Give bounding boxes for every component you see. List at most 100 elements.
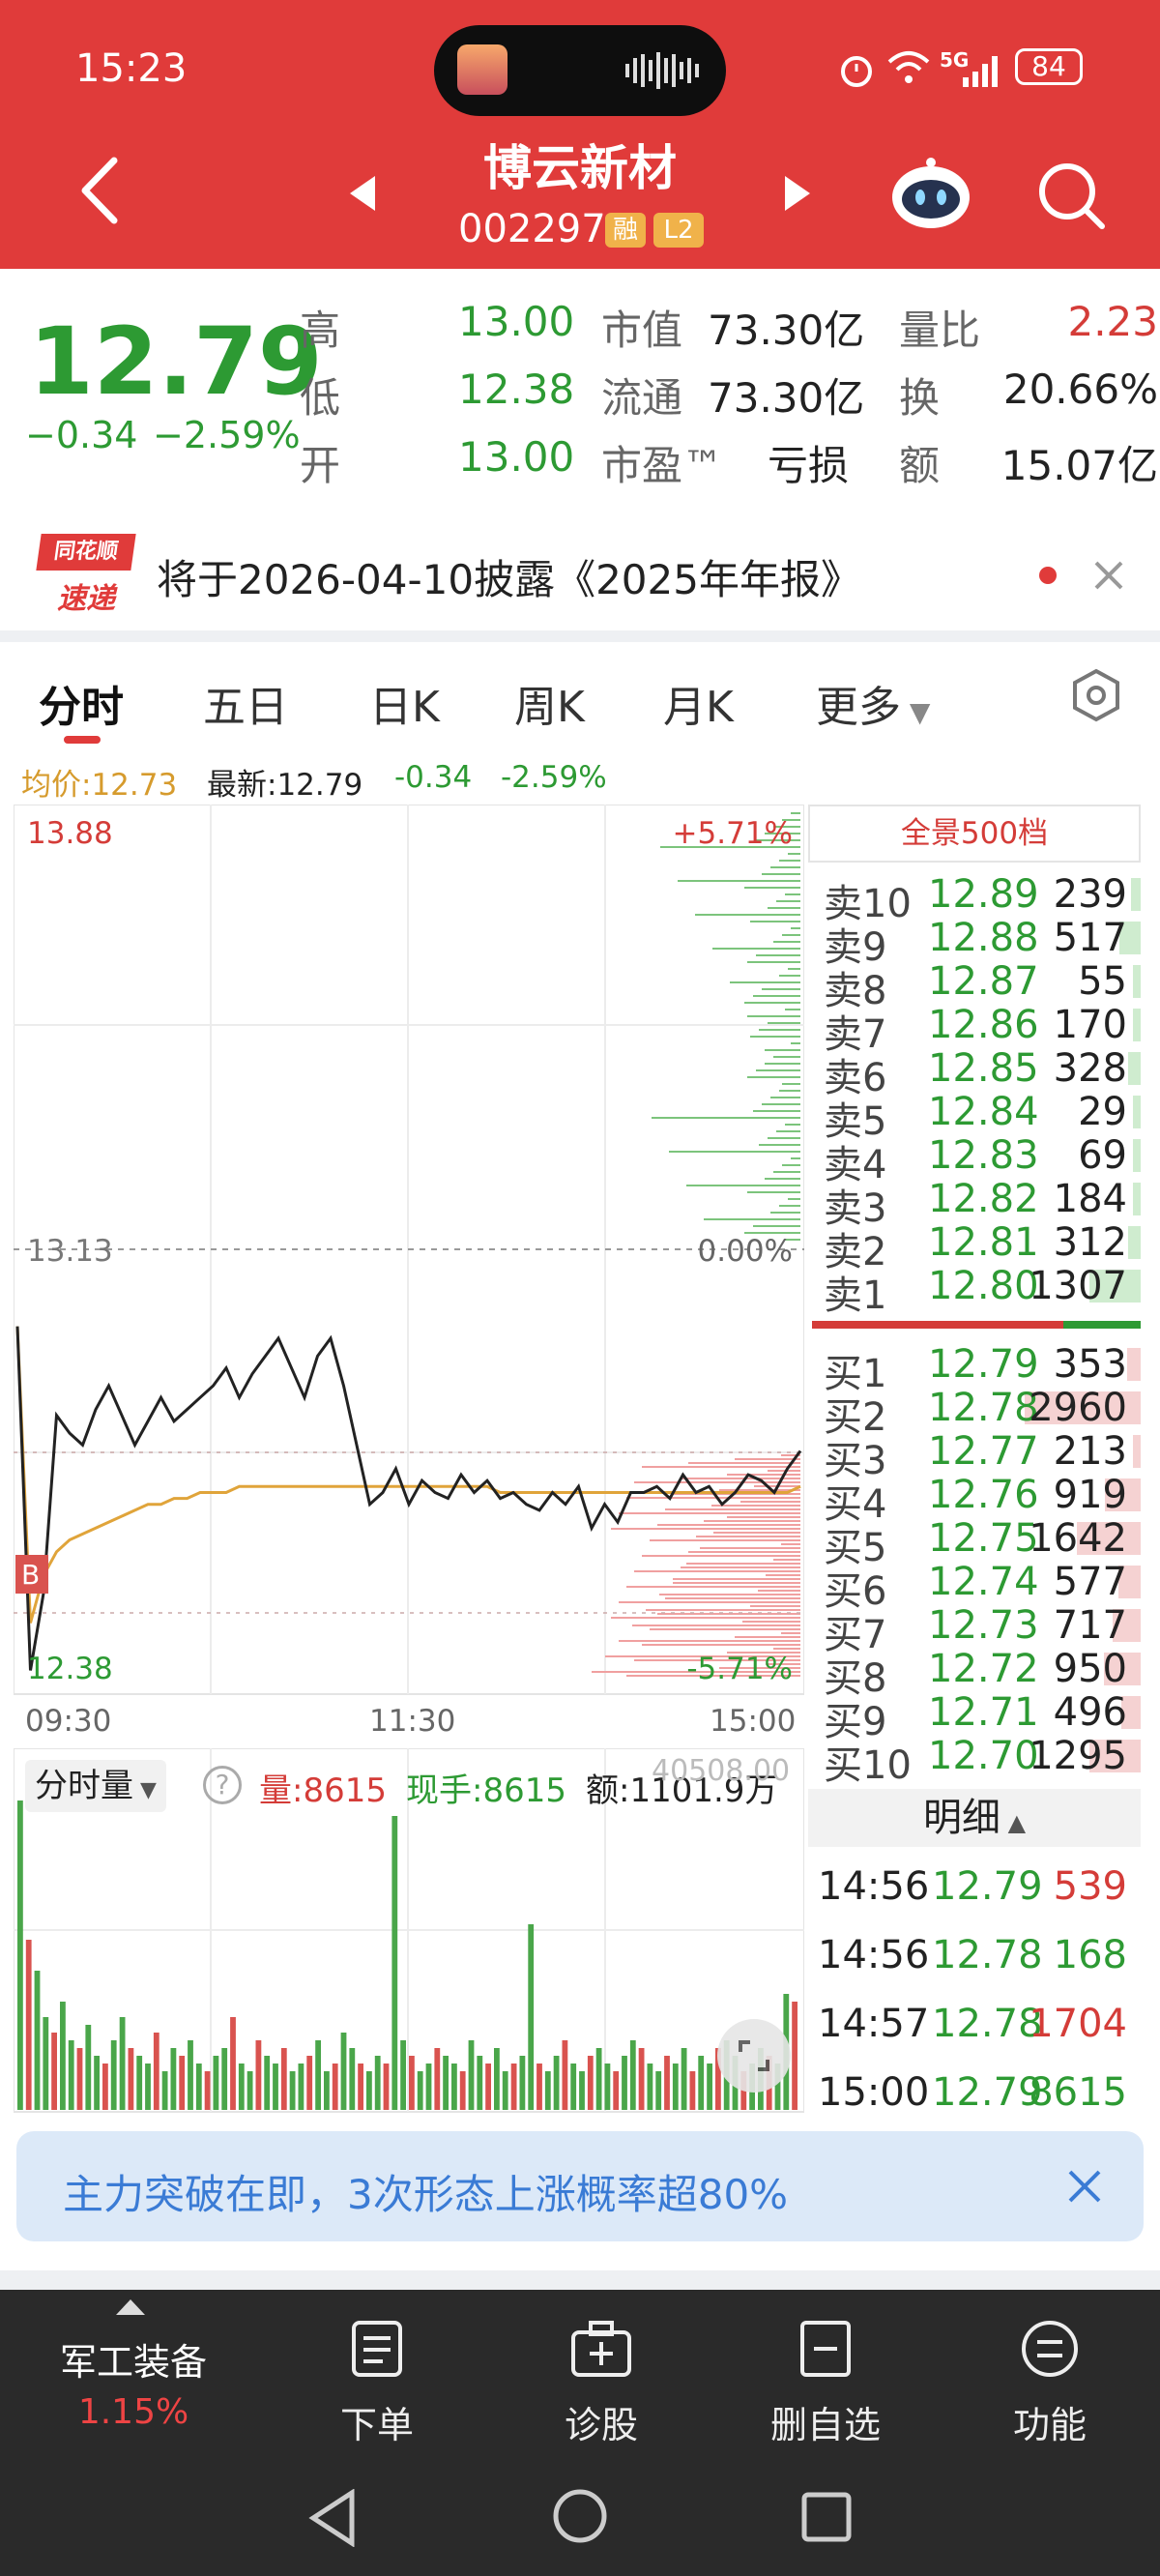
ask-depth-bar — [652, 1117, 800, 1119]
level-price: 12.78 — [928, 1386, 1039, 1430]
ask-level-row[interactable]: 卖6 12.85 328 — [808, 1046, 1141, 1100]
volume-bar — [349, 2048, 356, 2110]
bid-depth-bar — [626, 1586, 800, 1588]
intraday-chart[interactable]: B 13.88 13.13 12.38 +5.71% 0.00% -5.71% … — [13, 804, 805, 1739]
volume-bar — [664, 2056, 670, 2110]
volume-bar — [622, 2056, 627, 2110]
nav-recents-icon[interactable] — [800, 2491, 853, 2543]
full-depth-button[interactable]: 全景500档 — [808, 805, 1141, 863]
y-mid-label: 13.13 — [27, 1234, 113, 1269]
help-icon[interactable]: ? — [203, 1766, 242, 1804]
search-icon[interactable] — [1034, 159, 1108, 232]
volume-bar — [681, 2048, 687, 2110]
ask-depth-bar — [744, 887, 800, 889]
x-tick-open: 09:30 — [25, 1704, 112, 1739]
chart-info-line: 均价:12.73 最新:12.79 -0.34 -2.59% — [0, 752, 1160, 803]
promo-banner[interactable]: 主力突破在即，3次形态上涨概率超80% — [16, 2131, 1144, 2241]
remove-watchlist-button[interactable]: 删自选 — [748, 2319, 903, 2448]
bid-level-row[interactable]: 买1 12.79 353 — [808, 1342, 1141, 1396]
settings-hex-icon[interactable] — [1069, 668, 1123, 722]
depth-size-bar — [1133, 965, 1141, 998]
app-header: 15:23 5G 84 博云新材 002297 融 L2 — [0, 0, 1160, 269]
level-price: 12.77 — [928, 1429, 1039, 1474]
prev-stock-icon[interactable] — [348, 174, 377, 213]
bid-level-row[interactable]: 买5 12.75 1642 — [808, 1516, 1141, 1570]
announcement-bar[interactable]: 同花顺 速递 将于2026-04-10披露《2025年年报》 — [0, 522, 1160, 629]
volume-selector[interactable]: 分时量 ▼ — [25, 1760, 166, 1812]
detail-header[interactable]: 明细 ▲ — [808, 1789, 1141, 1847]
next-stock-icon[interactable] — [783, 174, 812, 213]
bid-level-row[interactable]: 买6 12.74 577 — [808, 1560, 1141, 1614]
bid-depth-bar — [742, 1621, 800, 1623]
ask-depth-bar — [753, 995, 800, 997]
ask-level-row[interactable]: 卖9 12.88 517 — [808, 916, 1141, 970]
tab-daily-k[interactable]: 日K — [369, 672, 440, 734]
y-max-label: 13.88 — [27, 816, 113, 851]
detail-price: 12.79 — [932, 1864, 1043, 1909]
ask-depth-bar — [744, 1002, 800, 1004]
ask-level-row[interactable]: 卖4 12.83 69 — [808, 1133, 1141, 1187]
tab-five-day[interactable]: 五日 — [203, 672, 288, 734]
ask-depth-bar — [762, 873, 800, 875]
tab-more[interactable]: 更多 ▼ — [816, 672, 930, 734]
volume-chart[interactable]: 分时量 ▼ ? 量:8615 现手:8615 额:1101.9万 40508.0… — [13, 1747, 805, 2114]
detail-price: 12.79 — [932, 2070, 1043, 2115]
announcement-text: 将于2026-04-10披露《2025年年报》 — [157, 556, 861, 603]
volume-bar — [613, 2071, 620, 2110]
ask-level-row[interactable]: 卖7 12.86 170 — [808, 1003, 1141, 1057]
ask-depth-bar — [750, 921, 800, 922]
tab-weekly-k[interactable]: 周K — [514, 672, 585, 734]
level-volume: 1307 — [1029, 1264, 1127, 1308]
detail-price: 12.78 — [932, 2002, 1043, 2046]
margin-badge: 融 — [605, 213, 646, 248]
tab-intraday[interactable]: 分时 — [39, 672, 124, 734]
order-button[interactable]: 下单 — [300, 2319, 454, 2448]
close-icon[interactable] — [1066, 2168, 1103, 2205]
back-arrow-icon[interactable] — [75, 155, 124, 226]
logo-top-text: 同花顺 — [36, 534, 136, 571]
nav-back-icon[interactable] — [307, 2489, 360, 2547]
bid-depth-bar — [650, 1628, 800, 1630]
bid-depth-bar — [688, 1462, 800, 1464]
bid-depth-bar — [696, 1536, 800, 1537]
ask-level-row[interactable]: 卖5 12.84 29 — [808, 1090, 1141, 1144]
bid-level-row[interactable]: 买3 12.77 213 — [808, 1429, 1141, 1483]
level-volume: 184 — [1053, 1177, 1127, 1221]
ask-level-row[interactable]: 卖8 12.87 55 — [808, 959, 1141, 1013]
level-volume: 29 — [1078, 1090, 1127, 1134]
intraday-chart-svg: B 13.88 13.13 12.38 +5.71% 0.00% -5.71% — [13, 804, 805, 1695]
bid-level-row[interactable]: 买9 12.71 496 — [808, 1690, 1141, 1744]
bid-level-row[interactable]: 买10 12.70 1295 — [808, 1734, 1141, 1788]
ask-level-row[interactable]: 卖1 12.80 1307 — [808, 1264, 1141, 1318]
bid-depth-bar — [626, 1497, 800, 1499]
level-label: 买10 — [824, 1743, 912, 1788]
volume-bar — [289, 2071, 296, 2110]
bid-level-row[interactable]: 买7 12.73 717 — [808, 1603, 1141, 1657]
volume-bar — [400, 2040, 406, 2110]
close-icon[interactable] — [1092, 559, 1125, 592]
level-price: 12.74 — [928, 1560, 1039, 1604]
ask-depth-bar — [750, 1036, 800, 1038]
bid-depth-bar — [619, 1640, 800, 1642]
ask-level-row[interactable]: 卖3 12.82 184 — [808, 1177, 1141, 1231]
ask-level-row[interactable]: 卖10 12.89 239 — [808, 872, 1141, 926]
detail-price: 12.78 — [932, 1933, 1043, 1977]
diagnose-button[interactable]: 诊股 — [524, 2319, 679, 2448]
trade-detail[interactable]: 明细 ▲ 14:56 12.79 539 14:56 12.78 168 14:57 12.7… — [808, 1789, 1141, 2118]
tab-monthly-k[interactable]: 月K — [663, 672, 734, 734]
ask-depth-bar — [791, 1042, 800, 1044]
ask-depth-bar — [759, 1029, 800, 1031]
fullscreen-button[interactable] — [717, 2019, 791, 2093]
ask-level-row[interactable]: 卖2 12.81 312 — [808, 1220, 1141, 1274]
ths-express-logo: 同花顺 速递 — [36, 534, 136, 617]
ask-depth-bar — [753, 1225, 800, 1227]
bid-level-row[interactable]: 买4 12.76 919 — [808, 1473, 1141, 1527]
bid-level-row[interactable]: 买8 12.72 950 — [808, 1647, 1141, 1701]
diagnose-icon — [571, 2321, 631, 2377]
robot-assistant-icon[interactable] — [887, 155, 974, 232]
sector-button[interactable]: 军工装备 1.15% — [0, 2290, 261, 2464]
bid-level-row[interactable]: 买2 12.78 2960 — [808, 1386, 1141, 1440]
function-button[interactable]: 功能 — [972, 2319, 1127, 2448]
float-label: 流通 — [601, 374, 683, 422]
nav-home-icon[interactable] — [551, 2487, 609, 2545]
